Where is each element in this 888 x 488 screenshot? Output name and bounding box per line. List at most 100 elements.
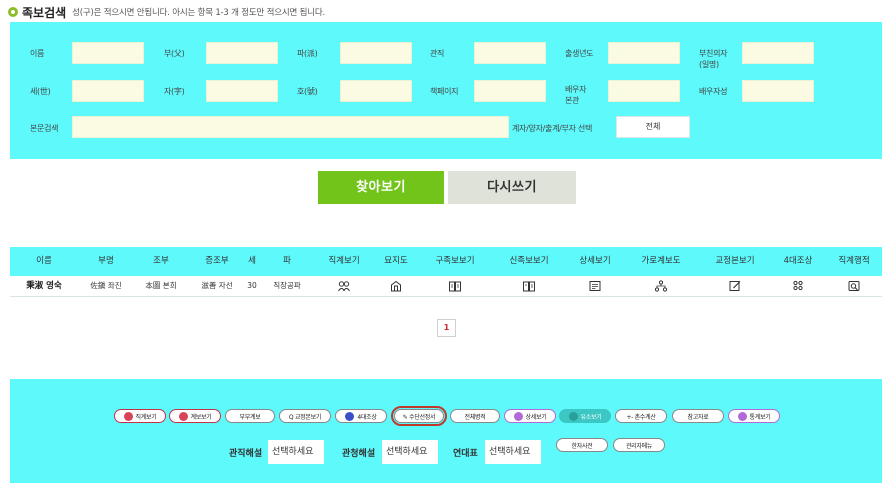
birth-year-label: 출생년도	[565, 49, 594, 58]
official-select-label: 관직해설	[229, 449, 263, 459]
descendants-button[interactable]: 유소보기	[559, 409, 611, 423]
generation-label: 세(世)	[30, 87, 51, 96]
descendants-button-icon	[568, 411, 578, 421]
spouse-clan-label: 배우자 본관	[565, 85, 587, 105]
reference-button-label: 참고자료	[687, 413, 709, 421]
spouse-clan-input[interactable]	[608, 80, 680, 102]
relation-select[interactable]: 전체	[616, 116, 690, 138]
cell-name[interactable]: 秉淑 영숙	[26, 276, 62, 296]
detail-button[interactable]: 상세보기	[504, 409, 556, 423]
full-record-button[interactable]: 전체병적	[450, 409, 500, 423]
office-select[interactable]: 선택하세요	[382, 440, 438, 464]
spouse-surname-input[interactable]	[742, 80, 814, 102]
lunar-father-label: 부친의자 (일명)	[699, 49, 728, 69]
father-input[interactable]	[206, 42, 278, 64]
results-header: 이름 부명 조부 증조부 세 파 직계보기 묘지도 구족보보기 신족보보기 상세…	[10, 247, 882, 276]
col-header-grandfather: 조부	[153, 256, 169, 266]
detail-button-icon	[513, 411, 523, 421]
couple-genealogy-button[interactable]: 부부계보	[225, 409, 275, 423]
four-ancestors-button[interactable]: 4대조상	[335, 409, 387, 423]
col-header-new-genealogy: 신족보보기	[509, 256, 549, 266]
book-page-input[interactable]	[474, 80, 546, 102]
corrected-view-button[interactable]: Q 교정본보기	[279, 409, 331, 423]
col-header-great-grandfather: 증조부	[205, 256, 229, 266]
generation-input[interactable]	[72, 80, 144, 102]
col-header-detail: 상세보기	[579, 256, 611, 266]
book-page-label: 책페이지	[430, 87, 459, 96]
reset-button[interactable]: 다시쓰기	[448, 171, 576, 204]
name-label: 이름	[30, 49, 45, 58]
name-input[interactable]	[72, 42, 144, 64]
lineage-icon[interactable]	[338, 280, 351, 292]
col-header-old-genealogy: 구족보보기	[435, 256, 475, 266]
cell-generation: 30	[247, 281, 257, 290]
cell-grandfather: 本圖 본희	[145, 281, 177, 290]
col-header-corrected: 교정본보기	[715, 256, 755, 266]
pagination-page[interactable]: 1	[437, 319, 456, 337]
bullet-icon	[8, 7, 18, 17]
lineage-deeds-icon[interactable]	[848, 280, 861, 292]
page-header: 족보검색 성(구)은 적으시면 안됩니다. 아시는 항목 1-3 개 정도만 적…	[8, 4, 325, 20]
page-title: 족보검색	[22, 5, 67, 20]
lunar-father-input[interactable]	[742, 42, 814, 64]
statistics-button-icon	[737, 411, 747, 421]
four-ancestors-button-label: 4대조상	[357, 413, 377, 421]
office-select-label: 관청해설	[342, 449, 376, 459]
genealogy-button[interactable]: 계보보기	[169, 409, 221, 423]
body-search-input[interactable]	[72, 116, 509, 138]
birth-year-input[interactable]	[608, 42, 680, 64]
genealogy-button-icon	[178, 411, 188, 421]
official-title-label: 관직	[430, 49, 445, 58]
results-table: 이름 부명 조부 증조부 세 파 직계보기 묘지도 구족보보기 신족보보기 상세…	[10, 247, 882, 370]
page-subtitle: 성(구)은 적으시면 안됩니다. 아시는 항목 1-3 개 정도만 적으시면 됩…	[72, 8, 325, 18]
kinship-calc-button[interactable]: +- 촌수계산	[615, 409, 667, 423]
couple-genealogy-button-label: 부부계보	[239, 413, 261, 421]
col-header-father: 부명	[98, 256, 114, 266]
old-genealogy-icon[interactable]	[449, 280, 462, 292]
corrected-view-button-label: Q 교정본보기	[288, 413, 322, 421]
reference-button[interactable]: 참고자료	[672, 409, 724, 423]
lineage-button-icon	[123, 411, 133, 421]
spouse-surname-label: 배우자성	[699, 87, 728, 96]
edit-icon[interactable]	[729, 280, 742, 292]
four-ancestors-button-icon	[345, 411, 355, 421]
col-header-pa: 파	[283, 256, 291, 266]
father-label: 부(父)	[164, 49, 185, 58]
chronology-select[interactable]: 선택하세요	[485, 440, 541, 464]
ja-input[interactable]	[206, 80, 278, 102]
statistics-button-label: 통계보기	[749, 413, 771, 421]
document-button[interactable]: ✎ 수단선정서	[391, 406, 447, 426]
four-ancestors-icon[interactable]	[792, 280, 805, 292]
col-header-generation: 세	[248, 256, 256, 266]
col-header-tomb-map: 묘지도	[384, 256, 408, 266]
col-header-lineage-deeds: 직계행적	[838, 256, 870, 266]
official-title-input[interactable]	[474, 42, 546, 64]
descendants-button-label: 유소보기	[580, 413, 602, 421]
col-header-four-ancestors: 4대조상	[783, 256, 813, 266]
official-select[interactable]: 선택하세요	[268, 440, 324, 464]
kinship-calc-button-label: +- 촌수계산	[626, 413, 656, 421]
ho-label: 호(號)	[297, 87, 318, 96]
lineage-button[interactable]: 직계보기	[114, 409, 166, 423]
ho-input[interactable]	[340, 80, 412, 102]
tomb-map-icon[interactable]	[390, 280, 403, 292]
detail-icon[interactable]	[589, 280, 602, 292]
horizontal-tree-icon[interactable]	[654, 280, 668, 292]
search-button[interactable]: 찾아보기	[318, 171, 444, 204]
genealogy-button-label: 계보보기	[190, 413, 212, 421]
search-form: 이름 부(父) 파(派) 관직 출생년도 부친의자 (일명) 세(世) 자(字)…	[10, 22, 882, 159]
table-row[interactable]: 秉淑 영숙 佐鎭 좌진 本圖 본희 滋善 자선 30 직장공파	[10, 276, 882, 297]
cell-pa: 직장공파	[273, 281, 301, 290]
relation-select-label: 계자/양자/출계/부자 선택	[512, 124, 593, 133]
pa-label: 파(派)	[297, 49, 318, 58]
lineage-button-label: 직계보기	[135, 413, 157, 421]
admin-menu-button[interactable]: 관리자메뉴	[613, 438, 665, 452]
ja-label: 자(字)	[164, 87, 185, 96]
cell-great-grandfather: 滋善 자선	[201, 281, 233, 290]
detail-button-label: 상세보기	[525, 413, 547, 421]
pa-input[interactable]	[340, 42, 412, 64]
document-button-label: ✎ 수단선정서	[402, 413, 436, 421]
hanja-dictionary-button[interactable]: 한자사전	[556, 438, 608, 452]
new-genealogy-icon[interactable]	[523, 280, 536, 292]
statistics-button[interactable]: 통계보기	[728, 409, 780, 423]
